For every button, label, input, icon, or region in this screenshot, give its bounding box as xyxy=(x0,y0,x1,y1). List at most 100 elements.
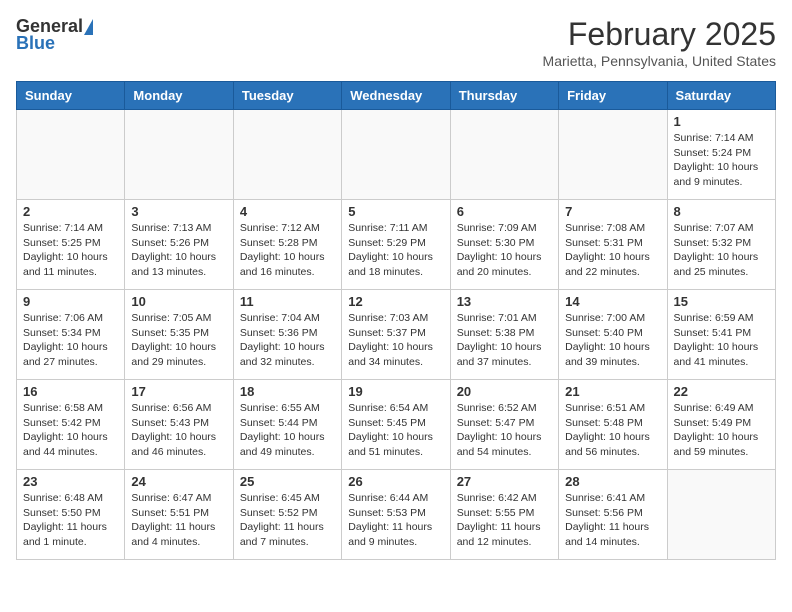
day-info: Sunrise: 6:42 AM Sunset: 5:55 PM Dayligh… xyxy=(457,491,552,550)
calendar-header-row: SundayMondayTuesdayWednesdayThursdayFrid… xyxy=(17,82,776,110)
week-row-3: 9Sunrise: 7:06 AM Sunset: 5:34 PM Daylig… xyxy=(17,290,776,380)
calendar-header-monday: Monday xyxy=(125,82,233,110)
calendar-cell: 20 Sunrise: 6:52 AM Sunset: 5:47 PM Dayli… xyxy=(450,380,558,470)
logo: General Blue xyxy=(16,16,93,54)
day-number: 1 xyxy=(674,114,769,129)
day-info: Sunrise: 7:01 AM Sunset: 5:38 PM Dayligh… xyxy=(457,311,552,370)
week-row-4: 16 Sunrise: 6:58 AM Sunset: 5:42 PM Dayli… xyxy=(17,380,776,470)
day-number: 27 xyxy=(457,474,552,489)
location-text: Marietta, Pennsylvania, United States xyxy=(543,53,776,69)
day-number: 15 xyxy=(674,294,769,309)
day-info: Sunrise: 6:56 AM Sunset: 5:43 PM Dayligh… xyxy=(131,401,226,460)
calendar-cell: 2 Sunrise: 7:14 AM Sunset: 5:25 PM Daylig… xyxy=(17,200,125,290)
day-number: 28 xyxy=(565,474,660,489)
calendar-cell: 4 Sunrise: 7:12 AM Sunset: 5:28 PM Daylig… xyxy=(233,200,341,290)
calendar-cell: 1 Sunrise: 7:14 AM Sunset: 5:24 PM Daylig… xyxy=(667,110,775,200)
day-number: 7 xyxy=(565,204,660,219)
day-number: 6 xyxy=(457,204,552,219)
day-number: 23 xyxy=(23,474,118,489)
day-number: 2 xyxy=(23,204,118,219)
calendar-cell: 8 Sunrise: 7:07 AM Sunset: 5:32 PM Daylig… xyxy=(667,200,775,290)
day-number: 4 xyxy=(240,204,335,219)
calendar-cell: 14Sunrise: 7:00 AM Sunset: 5:40 PM Dayli… xyxy=(559,290,667,380)
calendar-cell: 25 Sunrise: 6:45 AM Sunset: 5:52 PM Dayli… xyxy=(233,470,341,560)
calendar-cell: 26Sunrise: 6:44 AM Sunset: 5:53 PM Dayli… xyxy=(342,470,450,560)
day-number: 10 xyxy=(131,294,226,309)
week-row-5: 23 Sunrise: 6:48 AM Sunset: 5:50 PM Dayli… xyxy=(17,470,776,560)
calendar-cell xyxy=(559,110,667,200)
calendar-cell: 23 Sunrise: 6:48 AM Sunset: 5:50 PM Dayli… xyxy=(17,470,125,560)
day-info: Sunrise: 7:11 AM Sunset: 5:29 PM Dayligh… xyxy=(348,221,443,280)
calendar-cell: 15 Sunrise: 6:59 AM Sunset: 5:41 PM Dayli… xyxy=(667,290,775,380)
month-title: February 2025 xyxy=(543,16,776,53)
calendar-header-thursday: Thursday xyxy=(450,82,558,110)
calendar-header-wednesday: Wednesday xyxy=(342,82,450,110)
day-info: Sunrise: 6:47 AM Sunset: 5:51 PM Dayligh… xyxy=(131,491,226,550)
day-number: 25 xyxy=(240,474,335,489)
calendar-cell: 22 Sunrise: 6:49 AM Sunset: 5:49 PM Dayli… xyxy=(667,380,775,470)
calendar-cell xyxy=(450,110,558,200)
day-info: Sunrise: 7:13 AM Sunset: 5:26 PM Dayligh… xyxy=(131,221,226,280)
day-info: Sunrise: 6:52 AM Sunset: 5:47 PM Dayligh… xyxy=(457,401,552,460)
calendar-cell: 11 Sunrise: 7:04 AM Sunset: 5:36 PM Dayli… xyxy=(233,290,341,380)
day-info: Sunrise: 7:14 AM Sunset: 5:24 PM Dayligh… xyxy=(674,131,769,190)
day-info: Sunrise: 7:08 AM Sunset: 5:31 PM Dayligh… xyxy=(565,221,660,280)
day-number: 14 xyxy=(565,294,660,309)
day-info: Sunrise: 6:51 AM Sunset: 5:48 PM Dayligh… xyxy=(565,401,660,460)
calendar-cell: 27 Sunrise: 6:42 AM Sunset: 5:55 PM Dayli… xyxy=(450,470,558,560)
day-number: 16 xyxy=(23,384,118,399)
day-number: 3 xyxy=(131,204,226,219)
calendar-cell: 9Sunrise: 7:06 AM Sunset: 5:34 PM Daylig… xyxy=(17,290,125,380)
calendar-cell xyxy=(233,110,341,200)
day-number: 5 xyxy=(348,204,443,219)
day-info: Sunrise: 7:07 AM Sunset: 5:32 PM Dayligh… xyxy=(674,221,769,280)
calendar-cell: 16 Sunrise: 6:58 AM Sunset: 5:42 PM Dayli… xyxy=(17,380,125,470)
day-number: 18 xyxy=(240,384,335,399)
week-row-2: 2 Sunrise: 7:14 AM Sunset: 5:25 PM Daylig… xyxy=(17,200,776,290)
calendar-table: SundayMondayTuesdayWednesdayThursdayFrid… xyxy=(16,81,776,560)
calendar-cell: 12Sunrise: 7:03 AM Sunset: 5:37 PM Dayli… xyxy=(342,290,450,380)
week-row-1: 1 Sunrise: 7:14 AM Sunset: 5:24 PM Daylig… xyxy=(17,110,776,200)
day-info: Sunrise: 7:05 AM Sunset: 5:35 PM Dayligh… xyxy=(131,311,226,370)
day-info: Sunrise: 6:45 AM Sunset: 5:52 PM Dayligh… xyxy=(240,491,335,550)
calendar-cell xyxy=(17,110,125,200)
calendar-cell xyxy=(667,470,775,560)
calendar-cell xyxy=(125,110,233,200)
day-info: Sunrise: 6:58 AM Sunset: 5:42 PM Dayligh… xyxy=(23,401,118,460)
day-number: 11 xyxy=(240,294,335,309)
day-info: Sunrise: 7:12 AM Sunset: 5:28 PM Dayligh… xyxy=(240,221,335,280)
calendar-cell: 6 Sunrise: 7:09 AM Sunset: 5:30 PM Daylig… xyxy=(450,200,558,290)
day-number: 22 xyxy=(674,384,769,399)
page-header: General Blue February 2025 Marietta, Pen… xyxy=(16,16,776,69)
day-info: Sunrise: 6:41 AM Sunset: 5:56 PM Dayligh… xyxy=(565,491,660,550)
day-number: 19 xyxy=(348,384,443,399)
day-info: Sunrise: 6:59 AM Sunset: 5:41 PM Dayligh… xyxy=(674,311,769,370)
day-number: 8 xyxy=(674,204,769,219)
day-info: Sunrise: 6:48 AM Sunset: 5:50 PM Dayligh… xyxy=(23,491,118,550)
calendar-header-saturday: Saturday xyxy=(667,82,775,110)
calendar-cell: 28 Sunrise: 6:41 AM Sunset: 5:56 PM Dayli… xyxy=(559,470,667,560)
calendar-cell: 10 Sunrise: 7:05 AM Sunset: 5:35 PM Dayli… xyxy=(125,290,233,380)
calendar-cell xyxy=(342,110,450,200)
day-info: Sunrise: 7:09 AM Sunset: 5:30 PM Dayligh… xyxy=(457,221,552,280)
day-info: Sunrise: 6:55 AM Sunset: 5:44 PM Dayligh… xyxy=(240,401,335,460)
day-number: 26 xyxy=(348,474,443,489)
day-info: Sunrise: 7:14 AM Sunset: 5:25 PM Dayligh… xyxy=(23,221,118,280)
day-info: Sunrise: 6:54 AM Sunset: 5:45 PM Dayligh… xyxy=(348,401,443,460)
day-info: Sunrise: 6:49 AM Sunset: 5:49 PM Dayligh… xyxy=(674,401,769,460)
calendar-cell: 21Sunrise: 6:51 AM Sunset: 5:48 PM Dayli… xyxy=(559,380,667,470)
calendar-cell: 5 Sunrise: 7:11 AM Sunset: 5:29 PM Daylig… xyxy=(342,200,450,290)
calendar-cell: 24 Sunrise: 6:47 AM Sunset: 5:51 PM Dayli… xyxy=(125,470,233,560)
calendar-cell: 19 Sunrise: 6:54 AM Sunset: 5:45 PM Dayli… xyxy=(342,380,450,470)
day-number: 20 xyxy=(457,384,552,399)
calendar-header-friday: Friday xyxy=(559,82,667,110)
day-number: 17 xyxy=(131,384,226,399)
calendar-cell: 3 Sunrise: 7:13 AM Sunset: 5:26 PM Daylig… xyxy=(125,200,233,290)
day-number: 13 xyxy=(457,294,552,309)
day-number: 12 xyxy=(348,294,443,309)
day-info: Sunrise: 7:04 AM Sunset: 5:36 PM Dayligh… xyxy=(240,311,335,370)
calendar-cell: 13 Sunrise: 7:01 AM Sunset: 5:38 PM Dayli… xyxy=(450,290,558,380)
day-number: 24 xyxy=(131,474,226,489)
calendar-cell: 7 Sunrise: 7:08 AM Sunset: 5:31 PM Daylig… xyxy=(559,200,667,290)
calendar-header-sunday: Sunday xyxy=(17,82,125,110)
